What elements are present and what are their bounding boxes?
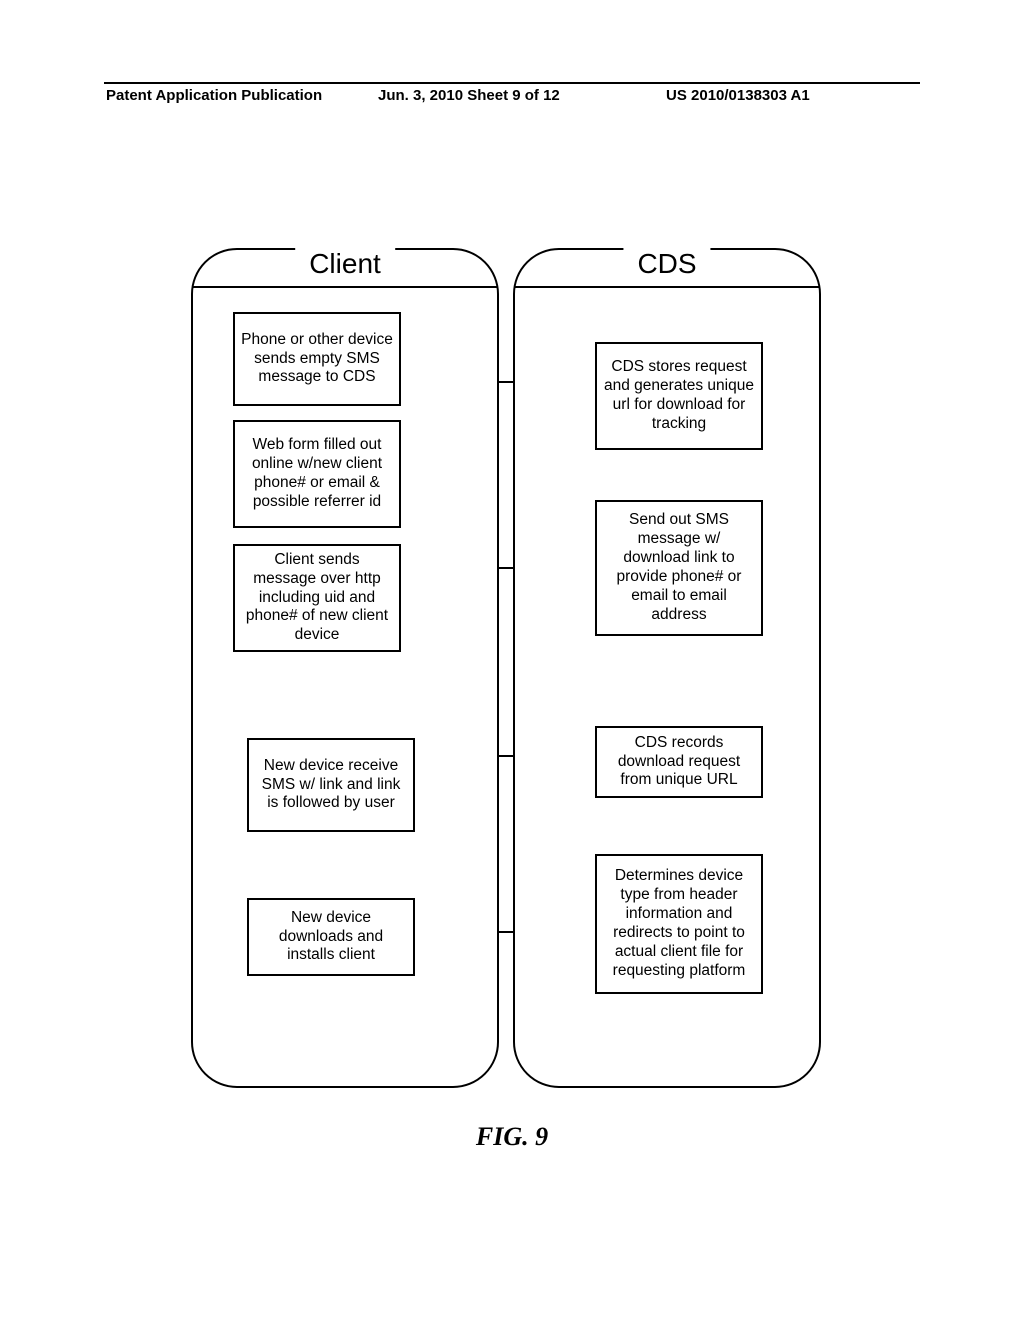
client-box-5: New device downloads and installs client [247, 898, 415, 976]
client-title-wrap: Client [295, 248, 395, 280]
cds-box-2: Send out SMS message w/ download link to… [595, 500, 763, 636]
client-underline [193, 286, 497, 288]
figure-caption: FIG. 9 [0, 1122, 1024, 1152]
cds-box-4: Determines device type from header infor… [595, 854, 763, 994]
client-column: Client Phone or other device sends empty… [191, 248, 499, 1088]
header-center: Jun. 3, 2010 Sheet 9 of 12 [378, 87, 560, 104]
cds-underline [515, 286, 819, 288]
cds-title-wrap: CDS [623, 248, 710, 280]
header-right: US 2010/0138303 A1 [666, 87, 810, 104]
header-separator [104, 82, 920, 84]
diagram-stage: Client Phone or other device sends empty… [191, 248, 821, 1088]
client-box-1: Phone or other device sends empty SMS me… [233, 312, 401, 406]
cds-title: CDS [637, 248, 696, 279]
header-left: Patent Application Publication [106, 87, 322, 104]
cds-box-1: CDS stores request and generates unique … [595, 342, 763, 450]
cds-box-3: CDS records download request from unique… [595, 726, 763, 798]
client-title: Client [309, 248, 381, 279]
cds-column: CDS CDS stores request and generates uni… [513, 248, 821, 1088]
client-box-4: New device receive SMS w/ link and link … [247, 738, 415, 832]
client-box-2: Web form filled out online w/new client … [233, 420, 401, 528]
client-box-3: Client sends message over http including… [233, 544, 401, 652]
